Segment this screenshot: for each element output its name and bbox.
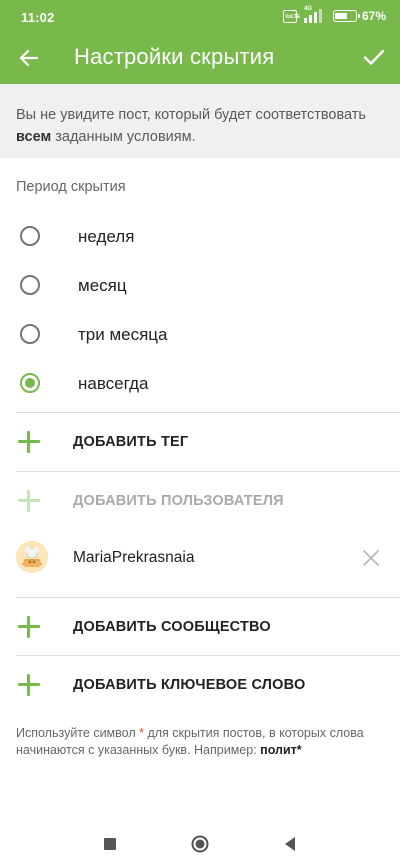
radio-button-checked[interactable] bbox=[20, 373, 40, 393]
hint-text: Используйте символ * для скрытия постов,… bbox=[16, 725, 386, 759]
info-banner: Вы не увидите пост, который будет соотве… bbox=[0, 84, 400, 158]
avatar-image bbox=[16, 541, 48, 573]
radio-label: три месяца bbox=[78, 325, 168, 344]
plus-icon bbox=[18, 490, 40, 512]
app-bar: Настройки скрытия bbox=[0, 34, 400, 84]
status-time: 11:02 bbox=[21, 10, 55, 25]
add-keyword-label: ДОБАВИТЬ КЛЮЧЕВОЕ СЛОВО bbox=[73, 677, 306, 693]
network-type: 4G bbox=[303, 6, 312, 12]
info-text-end: заданным условиям. bbox=[51, 129, 196, 145]
user-item: MariaPrekrasnaia bbox=[0, 528, 400, 586]
avatar bbox=[16, 541, 48, 573]
radio-button[interactable] bbox=[20, 324, 40, 344]
arrow-left-icon[interactable] bbox=[17, 46, 41, 70]
radio-week[interactable]: неделя bbox=[0, 212, 400, 260]
radio-month[interactable]: месяц bbox=[0, 261, 400, 309]
add-user-label: ДОБАВИТЬ ПОЛЬЗОВАТЕЛЯ bbox=[73, 493, 284, 509]
add-keyword-button[interactable]: ДОБАВИТЬ КЛЮЧЕВОЕ СЛОВО bbox=[0, 656, 400, 714]
add-tag-button[interactable]: ДОБАВИТЬ ТЕГ bbox=[0, 413, 400, 471]
page-title: Настройки скрытия bbox=[74, 44, 275, 69]
back-triangle-icon[interactable] bbox=[280, 834, 300, 854]
info-text-bold: всем bbox=[16, 129, 52, 145]
add-community-label: ДОБАВИТЬ СООБЩЕСТВО bbox=[73, 619, 271, 635]
close-icon[interactable] bbox=[362, 549, 380, 567]
signal-icon: 4G bbox=[302, 6, 328, 23]
radio-three-months[interactable]: три месяца bbox=[0, 310, 400, 358]
home-icon[interactable] bbox=[190, 834, 210, 854]
battery-level bbox=[335, 12, 348, 19]
period-title: Период скрытия bbox=[16, 179, 126, 195]
system-nav-bar bbox=[0, 820, 400, 867]
radio-button[interactable] bbox=[20, 226, 40, 246]
battery-percent: 67% bbox=[361, 9, 386, 23]
status-bar: 11:02 VoLTE 4G 67% bbox=[0, 0, 400, 34]
check-icon[interactable] bbox=[362, 45, 386, 69]
hint-example: полит* bbox=[260, 743, 302, 757]
radio-label: месяц bbox=[78, 276, 127, 295]
radio-label: навсегда bbox=[78, 374, 149, 393]
radio-forever[interactable]: навсегда bbox=[0, 359, 400, 407]
plus-icon bbox=[18, 431, 40, 453]
hint-text-start: Используйте символ bbox=[16, 726, 140, 740]
radio-button[interactable] bbox=[20, 275, 40, 295]
recent-apps-icon[interactable] bbox=[100, 834, 120, 854]
info-text-start: Вы не увидите пост, который будет соотве… bbox=[16, 107, 366, 123]
radio-label: неделя bbox=[78, 227, 135, 246]
add-community-button[interactable]: ДОБАВИТЬ СООБЩЕСТВО bbox=[0, 598, 400, 656]
volte-label: VoLTE bbox=[284, 13, 301, 20]
battery-icon bbox=[332, 10, 360, 22]
add-tag-label: ДОБАВИТЬ ТЕГ bbox=[73, 434, 189, 450]
plus-icon bbox=[18, 616, 40, 638]
plus-icon bbox=[18, 674, 40, 696]
add-user-button[interactable]: ДОБАВИТЬ ПОЛЬЗОВАТЕЛЯ bbox=[0, 472, 400, 530]
volte-icon: VoLTE bbox=[282, 9, 301, 23]
user-name: MariaPrekrasnaia bbox=[73, 549, 195, 566]
status-icons: VoLTE 4G 67% bbox=[282, 6, 386, 23]
